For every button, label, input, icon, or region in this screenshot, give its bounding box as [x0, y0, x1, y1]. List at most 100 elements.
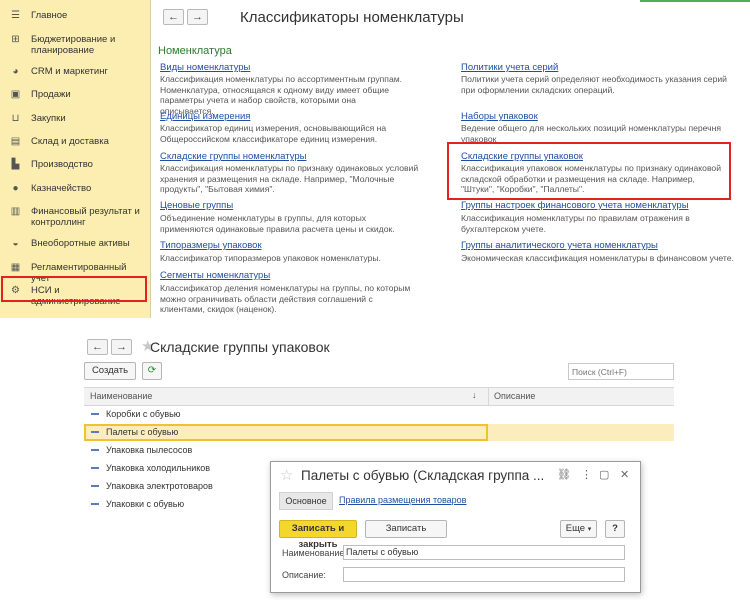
classifiers-window: ☰ Главное ⊞ Бюджетирование и планировани… — [0, 0, 750, 318]
row-name: Коробки с обувью — [106, 409, 181, 419]
shopping-bag-icon: ▣ — [10, 89, 21, 100]
item-icon — [91, 431, 99, 433]
cart-icon: ⊔ — [11, 113, 20, 124]
link-series-policies[interactable]: Политики учета серий — [461, 62, 558, 73]
sidebar-item-label: Бюджетирование и планирование — [31, 34, 116, 56]
more-button[interactable]: Еще ▾ — [560, 520, 597, 538]
car-icon: ◒ — [12, 238, 19, 249]
sort-arrow-icon[interactable]: ↓ — [472, 390, 477, 400]
desc-price-groups: Объединение номенклатуры в группы, для к… — [160, 213, 395, 234]
link-storage-groups[interactable]: Складские группы номенклатуры — [160, 151, 306, 162]
more-label: Еще — [565, 523, 586, 534]
link-package-sizes[interactable]: Типоразмеры упаковок — [160, 240, 262, 251]
sidebar: ☰ Главное ⊞ Бюджетирование и планировани… — [0, 0, 151, 318]
close-icon[interactable]: ✕ — [620, 469, 629, 481]
desc-analytic-groups: Экономическая классификация номенклатуры… — [461, 253, 734, 263]
sidebar-item-label: CRM и маркетинг — [31, 66, 108, 77]
create-button[interactable]: Создать — [84, 362, 136, 380]
table-row[interactable]: Коробки с обувью — [84, 406, 674, 423]
arrow-right-icon: → — [116, 341, 127, 353]
desc-package-sizes: Классификатор типоразмеров упаковок номе… — [160, 253, 381, 263]
desc-units: Классификатор единиц измерения, основыва… — [160, 123, 387, 144]
column-header-description[interactable]: Описание — [494, 391, 535, 401]
item-dialog: ☆ Палеты с обувью (Складская группа ... … — [270, 461, 641, 593]
sidebar-item-label: Склад и доставка — [31, 136, 109, 147]
bar-chart-icon: ▥ — [10, 206, 21, 217]
save-button[interactable]: Записать — [365, 520, 447, 538]
desc-package-sets: Ведение общего для нескольких позиций но… — [461, 123, 722, 142]
maximize-icon[interactable]: ▢ — [599, 469, 609, 481]
table-header: Наименование ↓ Описание — [84, 387, 674, 406]
link-price-groups[interactable]: Ценовые группы — [160, 200, 233, 211]
pie-chart-icon: ◕ — [12, 66, 19, 77]
item-icon — [91, 449, 99, 451]
link-finance-settings[interactable]: Группы настроек финансового учета номенк… — [461, 200, 689, 211]
search-input[interactable] — [568, 363, 674, 380]
name-label: Наименование: — [282, 548, 347, 558]
column-header-name[interactable]: Наименование — [90, 391, 152, 401]
list-back-button[interactable]: ← — [87, 339, 108, 355]
table-row-selected[interactable]: Палеты с обувью — [84, 424, 674, 441]
desc-storage-groups: Классификация номенклатуры по признаку о… — [160, 163, 419, 194]
row-name: Упаковка холодильников — [106, 463, 211, 473]
sidebar-item-label: Казначейство — [31, 183, 92, 194]
forward-button[interactable]: → — [187, 9, 208, 25]
desc-item-types: Классификация номенклатуры по ассортимен… — [160, 74, 403, 116]
sidebar-item-label: Финансовый результат и контроллинг — [31, 206, 140, 228]
link-package-sets[interactable]: Наборы упаковок — [461, 111, 538, 122]
row-name: Палеты с обувью — [106, 427, 179, 437]
row-name: Упаковка пылесосов — [106, 445, 193, 455]
factory-icon: ▙ — [11, 159, 20, 170]
desc-series-policies: Политики учета серий определяют необходи… — [461, 74, 727, 95]
desc-finance-settings: Классификация номенклатуры по правилам о… — [461, 213, 690, 234]
arrow-left-icon: ← — [92, 341, 103, 353]
arrow-right-icon: → — [192, 11, 203, 23]
row-name: Упаковки с обувью — [106, 499, 185, 509]
back-button[interactable]: ← — [163, 9, 184, 25]
name-field[interactable]: Палеты с обувью — [343, 545, 625, 560]
sidebar-item-label: Главное — [31, 10, 68, 21]
admin-highlight-frame — [1, 276, 147, 302]
top-accent-line — [640, 0, 750, 2]
coin-icon: ● — [12, 183, 19, 194]
tab-placement-rules[interactable]: Правила размещения товаров — [339, 495, 466, 505]
sidebar-item-label: Закупки — [31, 113, 66, 124]
link-units[interactable]: Единицы измерения — [160, 111, 250, 122]
description-label: Описание: — [282, 570, 326, 580]
dialog-title: Палеты с обувью (Складская группа ... — [301, 468, 545, 483]
item-icon — [91, 485, 99, 487]
more-vertical-icon[interactable]: ⋮ — [581, 469, 592, 481]
link-icon[interactable]: ⛓ — [557, 469, 571, 481]
link-analytic-groups[interactable]: Группы аналитического учета номенклатуры — [461, 240, 658, 251]
save-and-close-button[interactable]: Записать и закрыть — [279, 520, 357, 550]
package-groups-highlight-frame — [447, 142, 731, 200]
item-icon — [91, 413, 99, 415]
section-title: Номенклатура — [158, 45, 232, 57]
item-icon — [91, 467, 99, 469]
chevron-down-icon: ▾ — [587, 526, 592, 533]
description-field[interactable] — [343, 567, 625, 582]
table-row[interactable]: Упаковка пылесосов — [84, 442, 674, 459]
budget-icon: ⊞ — [11, 34, 20, 45]
ledger-icon: ▦ — [10, 262, 21, 273]
refresh-button[interactable]: ⟳ — [142, 362, 162, 380]
list-forward-button[interactable]: → — [111, 339, 132, 355]
sidebar-item-label: Внеоборотные активы — [31, 238, 130, 249]
sidebar-item-label: Продажи — [31, 89, 71, 100]
sidebar-item-label: Производство — [31, 159, 93, 170]
page-title: Классификаторы номенклатуры — [240, 9, 464, 26]
menu-lines-icon: ☰ — [11, 10, 20, 21]
tab-main[interactable]: Основное — [279, 492, 333, 510]
help-button[interactable]: ? — [605, 520, 625, 538]
link-segments[interactable]: Сегменты номенклатуры — [160, 270, 270, 281]
desc-segments: Классификатор деления номенклатуры на гр… — [160, 283, 411, 314]
arrow-left-icon: ← — [168, 11, 179, 23]
link-item-types[interactable]: Виды номенклатуры — [160, 62, 250, 73]
list-title: Складские группы упаковок — [150, 339, 330, 355]
refresh-icon: ⟳ — [147, 365, 157, 376]
item-icon — [91, 503, 99, 505]
column-divider — [488, 388, 489, 405]
dialog-favorite-star-icon[interactable]: ☆ — [280, 468, 293, 484]
row-name: Упаковка электротоваров — [106, 481, 213, 491]
warehouse-icon: ▤ — [10, 136, 21, 147]
